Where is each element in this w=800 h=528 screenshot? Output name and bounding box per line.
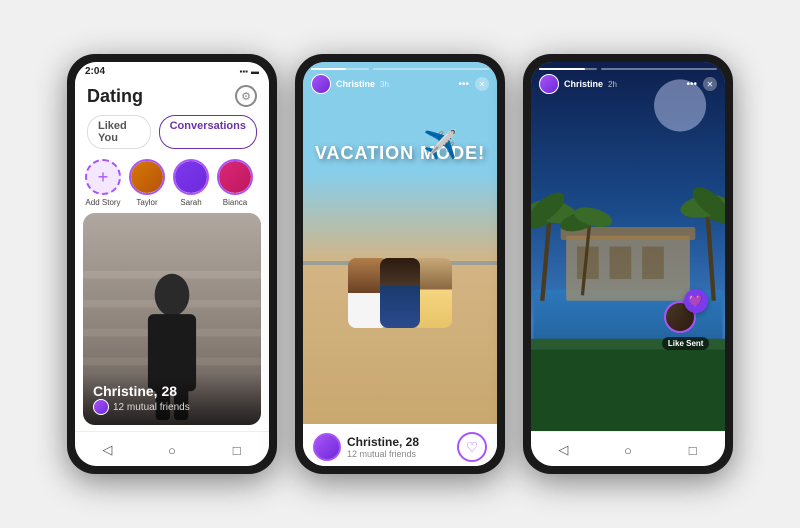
signal-icon: ▪▪▪ [239,67,248,76]
like-heart-icon: 💜 [684,289,708,313]
resort-background: 💜 Like Sent [531,62,725,431]
story-label-sarah: Sarah [180,198,201,207]
story-time: 3h [380,80,389,89]
story-user-avatar [311,74,331,94]
nav-bar-3: ◁ ○ □ [531,431,725,466]
like-sent-label: Like Sent [662,337,710,350]
story-bottom-2: Christine, 28 12 mutual friends ♡ [303,424,497,466]
story-progress-fill-3 [539,68,585,70]
story-username-3: Christine [564,79,603,89]
back-icon-1: ◁ [102,442,112,458]
status-bar-1: 2:04 ▪▪▪ ▬ [75,62,269,79]
like-sent-bubble: 💜 Like Sent [662,289,710,350]
story-overlay-text: VACATION MODE! [315,143,485,164]
add-story-label: Add Story [85,198,120,207]
close-icon[interactable]: ✕ [475,77,489,91]
app-title: Dating [87,86,143,107]
story-header-2: Christine 3h ••• ✕ [303,62,497,72]
beach-background: VACATION MODE! ✈️ [303,62,497,431]
settings-button[interactable]: ⚙ [235,85,257,107]
story-progress-bar-3a [539,68,597,70]
story-add[interactable]: + Add Story [85,159,121,207]
more-icon-3[interactable]: ••• [686,79,697,90]
gear-icon: ⚙ [241,90,251,103]
close-icon-3[interactable]: ✕ [703,77,717,91]
like-avatar-stack: 💜 [664,289,708,333]
story-header-inner: Christine 3h ••• ✕ [311,68,489,94]
person-2 [380,258,420,328]
story-screen-3[interactable]: 💜 Like Sent Christine [531,62,725,431]
story-label-bianca: Bianca [223,198,247,207]
add-story-button[interactable]: + [85,159,121,195]
story-progress-bar-2 [373,68,489,70]
back-button-3[interactable]: ◁ [551,438,575,462]
story-profile-mutual-2: 12 mutual friends [347,449,419,459]
card-mutual: 12 mutual friends [93,399,251,415]
story-profile-row-2: Christine, 28 12 mutual friends ♡ [313,432,487,462]
home-icon-3: ○ [624,443,632,458]
home-button-1[interactable]: ○ [160,438,184,462]
tab-conversations[interactable]: Conversations [159,115,257,149]
tabs-row: Liked You Conversations [75,111,269,153]
people-group [348,258,452,328]
story-progress-row [311,68,489,70]
story-profile-name-2: Christine, 28 [347,435,419,449]
battery-icon: ▬ [251,67,259,76]
story-user-row: Christine 3h ••• ✕ [311,74,489,94]
story-avatar-sarah[interactable] [173,159,209,195]
story-actions: ••• ✕ [458,77,489,91]
card-info-overlay: Christine, 28 12 mutual friends [83,373,261,425]
phone-3-screen: 💜 Like Sent Christine [531,62,725,466]
story-user-row-3: Christine 2h ••• ✕ [539,74,717,94]
story-progress-row-3 [539,68,717,70]
like-button-2[interactable]: ♡ [457,432,487,462]
story-avatar-taylor[interactable] [129,159,165,195]
time-1: 2:04 [85,66,105,77]
home-button-3[interactable]: ○ [616,438,640,462]
phone-1-screen: 2:04 ▪▪▪ ▬ Dating ⚙ Liked You Conversati… [75,62,269,466]
story-bianca[interactable]: Bianca [217,159,253,207]
status-icons-1: ▪▪▪ ▬ [239,67,259,76]
story-header-3: Christine 2h ••• ✕ [531,62,725,72]
profile-card[interactable]: Christine, 28 12 mutual friends [83,213,261,425]
story-profile-info-2: Christine, 28 12 mutual friends [347,435,419,459]
recent-icon-1: □ [233,443,241,458]
story-username: Christine [336,79,375,89]
story-header-inner-3: Christine 2h ••• ✕ [539,68,717,94]
story-taylor[interactable]: Taylor [129,159,165,207]
nav-bar-1: ◁ ○ □ [75,431,269,466]
story-progress-fill [311,68,346,70]
phone-1: 2:04 ▪▪▪ ▬ Dating ⚙ Liked You Conversati… [67,54,277,474]
story-screen-2[interactable]: VACATION MODE! ✈️ Christine 3h [303,62,497,431]
recent-button-3[interactable]: □ [681,438,705,462]
recent-button-1[interactable]: □ [225,438,249,462]
app-header: Dating ⚙ [75,79,269,111]
more-icon[interactable]: ••• [458,79,469,90]
resort-svg [531,62,725,431]
stories-row: + Add Story Taylor Sarah Bianca [75,153,269,213]
home-icon-1: ○ [168,443,176,458]
mini-avatar [93,399,109,415]
story-time-3: 2h [608,80,617,89]
story-user-avatar-3 [539,74,559,94]
recent-icon-3: □ [689,443,697,458]
tab-liked-you[interactable]: Liked You [87,115,151,149]
story-progress-bar [311,68,369,70]
phone-2: VACATION MODE! ✈️ Christine 3h [295,54,505,474]
phone-2-screen: VACATION MODE! ✈️ Christine 3h [303,62,497,466]
back-icon-3: ◁ [558,442,568,458]
back-button-1[interactable]: ◁ [95,438,119,462]
plane-emoji: ✈️ [423,128,458,161]
phone-3: 💜 Like Sent Christine [523,54,733,474]
story-progress-bar-3b [601,68,717,70]
story-sarah[interactable]: Sarah [173,159,209,207]
card-name: Christine, 28 [93,383,251,399]
story-avatar-bianca[interactable] [217,159,253,195]
story-label-taylor: Taylor [136,198,157,207]
story-actions-3: ••• ✕ [686,77,717,91]
story-profile-avatar-2 [313,433,341,461]
